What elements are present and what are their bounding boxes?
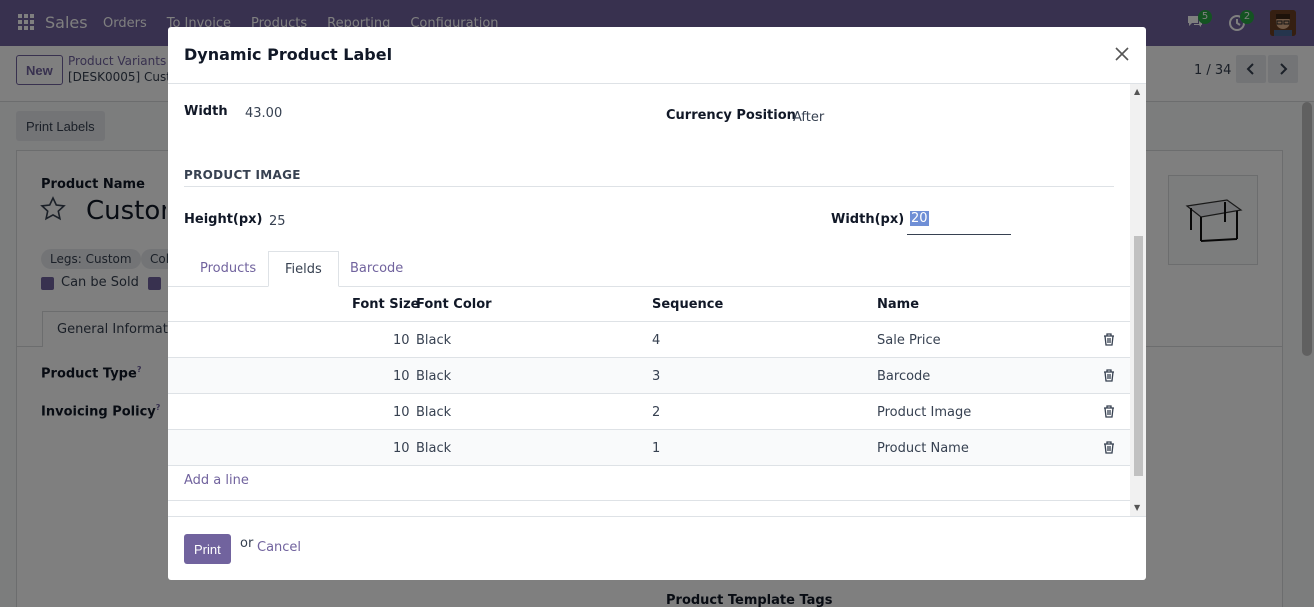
tab-fields[interactable]: Fields bbox=[268, 251, 339, 287]
cell-name[interactable]: Barcode bbox=[877, 369, 930, 384]
section-divider bbox=[184, 186, 1114, 187]
height-px-field[interactable]: 25 bbox=[269, 214, 286, 229]
table-row[interactable]: 10 Black 1 Product Name bbox=[168, 430, 1130, 466]
cell-font-size[interactable]: 10 bbox=[393, 441, 410, 456]
column-font-color[interactable]: Font Color bbox=[416, 297, 492, 312]
cell-name[interactable]: Product Image bbox=[877, 405, 971, 420]
modal-header: Dynamic Product Label bbox=[168, 27, 1146, 84]
trash-icon[interactable] bbox=[1103, 333, 1115, 346]
trash-icon[interactable] bbox=[1103, 441, 1115, 454]
section-product-image: PRODUCT IMAGE bbox=[184, 168, 301, 182]
trash-icon[interactable] bbox=[1103, 405, 1115, 418]
cell-sequence[interactable]: 2 bbox=[652, 405, 660, 420]
cell-font-color[interactable]: Black bbox=[416, 333, 451, 348]
cell-font-color[interactable]: Black bbox=[416, 405, 451, 420]
cell-sequence[interactable]: 4 bbox=[652, 333, 660, 348]
table-row[interactable]: 10 Black 2 Product Image bbox=[168, 394, 1130, 430]
cell-font-size[interactable]: 10 bbox=[393, 333, 410, 348]
modal-footer: Print or Cancel bbox=[168, 516, 1146, 580]
cell-sequence[interactable]: 3 bbox=[652, 369, 660, 384]
width-px-label: Width(px) bbox=[831, 212, 905, 227]
table-header: Font Size Font Color Sequence Name bbox=[168, 287, 1130, 322]
currency-position-field[interactable]: After bbox=[793, 110, 824, 125]
column-name[interactable]: Name bbox=[877, 297, 919, 312]
height-px-label: Height(px) bbox=[184, 212, 263, 227]
close-icon[interactable] bbox=[1114, 46, 1132, 64]
table-bottom-border bbox=[168, 500, 1130, 501]
column-font-size[interactable]: Font Size bbox=[352, 297, 419, 312]
print-button[interactable]: Print bbox=[184, 534, 231, 564]
column-sequence[interactable]: Sequence bbox=[652, 297, 723, 312]
cell-font-size[interactable]: 10 bbox=[393, 369, 410, 384]
width-px-value: 20 bbox=[910, 211, 929, 226]
modal-scrollbar-thumb[interactable] bbox=[1134, 236, 1143, 476]
cell-font-size[interactable]: 10 bbox=[393, 405, 410, 420]
or-text: or bbox=[240, 536, 254, 551]
scroll-down-arrow-icon[interactable]: ▼ bbox=[1134, 503, 1140, 512]
currency-position-label: Currency Position bbox=[666, 108, 796, 123]
table-row[interactable]: 10 Black 4 Sale Price bbox=[168, 322, 1130, 358]
cell-font-color[interactable]: Black bbox=[416, 441, 451, 456]
cell-sequence[interactable]: 1 bbox=[652, 441, 660, 456]
tab-barcode[interactable]: Barcode bbox=[334, 251, 419, 287]
modal-body: Width 43.00 Currency Position After PROD… bbox=[168, 84, 1146, 516]
cancel-link[interactable]: Cancel bbox=[257, 540, 301, 555]
cell-font-color[interactable]: Black bbox=[416, 369, 451, 384]
width-px-input[interactable]: 20 bbox=[907, 211, 1011, 235]
modal-title: Dynamic Product Label bbox=[184, 45, 393, 64]
tab-products[interactable]: Products bbox=[184, 251, 272, 287]
cell-name[interactable]: Sale Price bbox=[877, 333, 941, 348]
dynamic-product-label-dialog: Dynamic Product Label Width 43.00 Curren… bbox=[168, 27, 1146, 580]
cell-name[interactable]: Product Name bbox=[877, 441, 969, 456]
scroll-up-arrow-icon[interactable]: ▲ bbox=[1134, 87, 1140, 96]
trash-icon[interactable] bbox=[1103, 369, 1115, 382]
add-line-link[interactable]: Add a line bbox=[184, 473, 249, 488]
label-tabs: Products Fields Barcode bbox=[168, 251, 1130, 287]
width-label: Width bbox=[184, 104, 228, 119]
width-field[interactable]: 43.00 bbox=[245, 106, 282, 121]
table-row[interactable]: 10 Black 3 Barcode bbox=[168, 358, 1130, 394]
